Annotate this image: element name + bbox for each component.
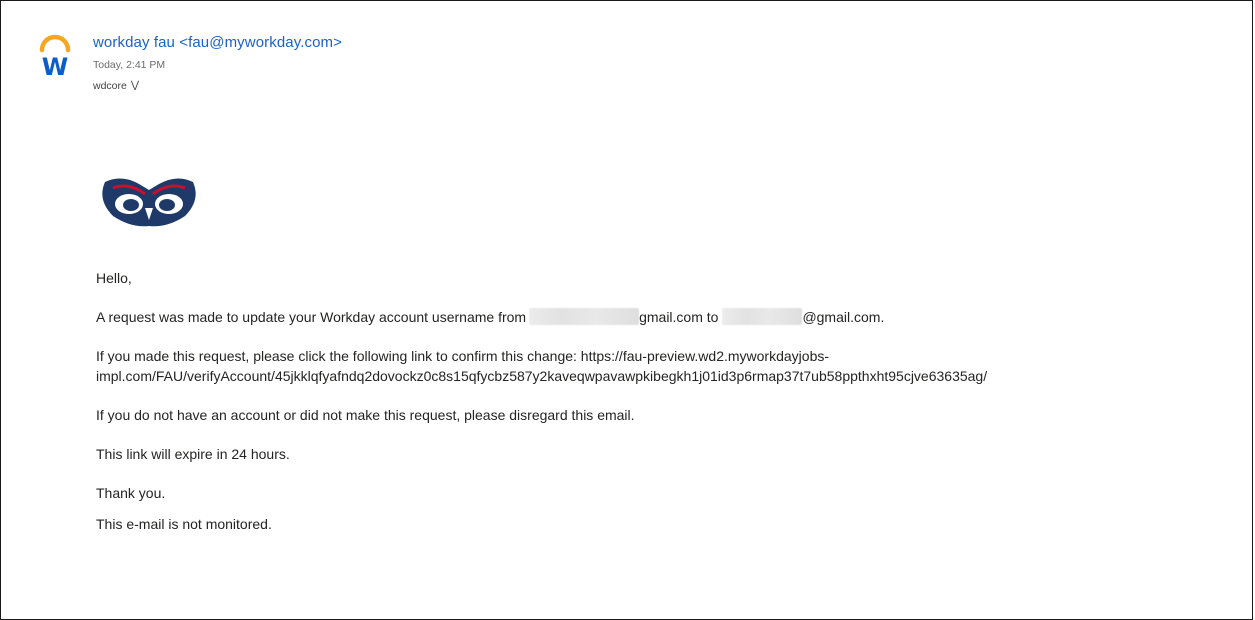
request-line: A request was made to update your Workda…: [96, 307, 1236, 327]
confirm-link-paragraph: If you made this request, please click t…: [96, 346, 1236, 386]
redacted-email-to: [722, 308, 803, 325]
request-to-suffix: @gmail.com.: [802, 309, 885, 325]
recipient-name: wdcore: [93, 80, 127, 92]
redacted-email-from: [529, 308, 640, 325]
request-prefix: A request was made to update your Workda…: [96, 309, 527, 325]
chevron-double-down-icon[interactable]: ⋁: [131, 81, 139, 91]
confirm-link-line-1[interactable]: If you made this request, please click t…: [96, 348, 829, 364]
email-body: Hello, A request was made to update your…: [96, 268, 1236, 534]
confirm-link-line-2[interactable]: impl.com/FAU/verifyAccount/45jkklqfyafnd…: [96, 368, 987, 384]
disregard-notice: If you do not have an account or did not…: [96, 407, 635, 423]
greeting: Hello,: [96, 270, 132, 286]
expiry-notice: This link will expire in 24 hours.: [96, 446, 290, 462]
fau-owl-logo: [102, 178, 196, 227]
request-from-suffix: gmail.com to: [639, 309, 719, 325]
workday-logo-icon: W: [39, 34, 71, 78]
sender-name[interactable]: workday fau <fau@myworkday.com>: [93, 34, 342, 51]
not-monitored-notice: This e-mail is not monitored.: [96, 516, 272, 532]
sent-timestamp: Today, 2:41 PM: [93, 59, 166, 71]
thanks-line: Thank you.: [96, 485, 166, 501]
svg-text:W: W: [42, 53, 68, 78]
recipient-row[interactable]: wdcore ⋁: [93, 80, 139, 92]
